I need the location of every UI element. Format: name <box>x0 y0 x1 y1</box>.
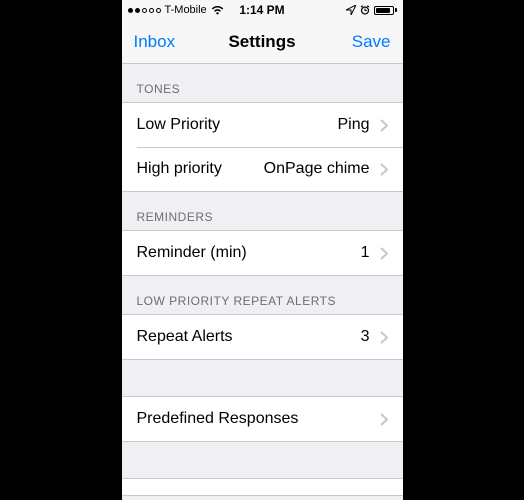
row-label: Low Priority <box>137 116 338 134</box>
section-header-low-priority-repeat: LOW PRIORITY REPEAT ALERTS <box>122 276 403 314</box>
settings-screen: T-Mobile 1:14 PM Inbox Settings Save TON… <box>122 0 403 500</box>
location-icon <box>346 5 356 15</box>
row-label: High priority <box>137 160 264 178</box>
row-label: Predefined Responses <box>137 410 380 428</box>
row-label: Reminder (min) <box>137 244 361 262</box>
gap <box>122 360 403 396</box>
section-header-tones: TONES <box>122 64 403 102</box>
group-tones: Low Priority Ping High priority OnPage c… <box>122 102 403 192</box>
section-header-reminders: REMINDERS <box>122 192 403 230</box>
row-high-priority[interactable]: High priority OnPage chime <box>122 147 403 191</box>
chevron-right-icon <box>380 247 388 260</box>
group-reminders: Reminder (min) 1 <box>122 230 403 276</box>
row-value: 3 <box>361 328 370 346</box>
back-button[interactable]: Inbox <box>134 32 176 52</box>
battery-icon <box>374 6 397 15</box>
row-repeat-alerts[interactable]: Repeat Alerts 3 <box>122 315 403 359</box>
group-extra <box>122 478 403 496</box>
nav-bar: Inbox Settings Save <box>122 20 403 64</box>
chevron-right-icon <box>380 331 388 344</box>
row-label: Repeat Alerts <box>137 328 361 346</box>
chevron-right-icon <box>380 413 388 426</box>
chevron-right-icon <box>380 163 388 176</box>
page-title: Settings <box>228 32 295 52</box>
wifi-icon <box>211 6 224 15</box>
status-time: 1:14 PM <box>239 3 284 17</box>
row-low-priority[interactable]: Low Priority Ping <box>122 103 403 147</box>
group-low-priority-repeat: Repeat Alerts 3 <box>122 314 403 360</box>
signal-dots-icon <box>128 8 161 13</box>
row-predefined-responses[interactable]: Predefined Responses <box>122 397 403 441</box>
row-value: Ping <box>337 116 369 134</box>
row-value: OnPage chime <box>264 160 370 178</box>
row-value: 1 <box>361 244 370 262</box>
chevron-right-icon <box>380 119 388 132</box>
carrier-label: T-Mobile <box>165 4 207 16</box>
group-predefined: Predefined Responses <box>122 396 403 442</box>
save-button[interactable]: Save <box>352 32 391 52</box>
gap <box>122 442 403 478</box>
status-bar: T-Mobile 1:14 PM <box>122 0 403 20</box>
row-reminder-min[interactable]: Reminder (min) 1 <box>122 231 403 275</box>
alarm-icon <box>360 5 370 15</box>
settings-list: TONES Low Priority Ping High priority On… <box>122 64 403 496</box>
